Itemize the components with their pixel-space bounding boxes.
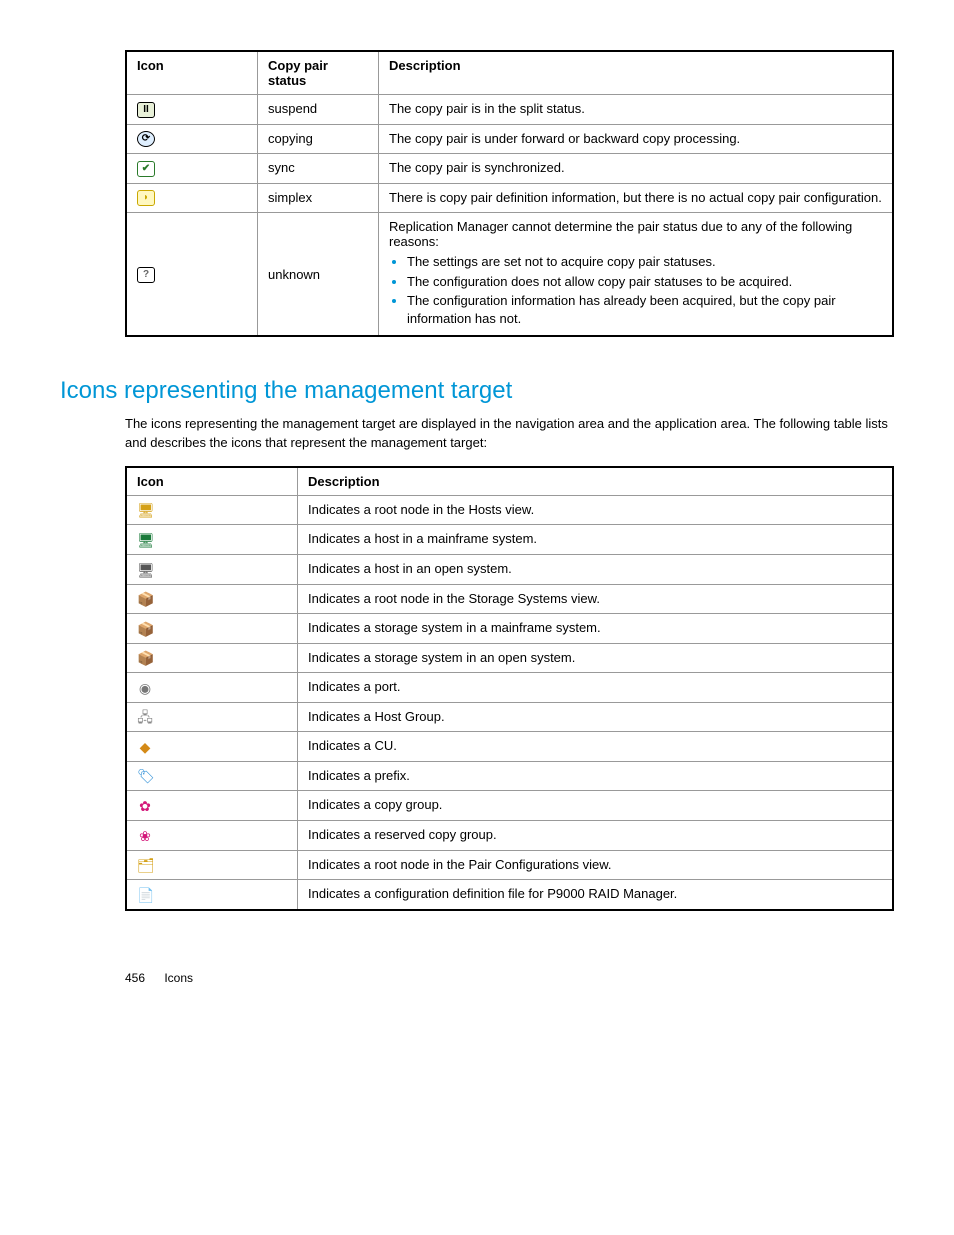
desc-cell: Indicates a copy group. [298, 791, 894, 821]
status-cell: simplex [258, 183, 379, 213]
desc-cell: Indicates a prefix. [298, 761, 894, 791]
storage-root-icon: 📦 [137, 591, 153, 607]
desc-cell: Indicates a configuration definition fil… [298, 880, 894, 910]
host-group-icon: 🖧 [137, 709, 153, 725]
th-desc: Description [298, 467, 894, 496]
desc-cell: Indicates a Host Group. [298, 702, 894, 732]
status-cell: unknown [258, 213, 379, 337]
desc-cell: Indicates a CU. [298, 732, 894, 762]
table-row: 🖥 Indicates a host in an open system. [126, 554, 893, 584]
list-item: The settings are set not to acquire copy… [407, 253, 882, 271]
desc-cell: Indicates a root node in the Hosts view. [298, 495, 894, 525]
host-open-icon: 🖥 [137, 562, 153, 578]
hosts-root-icon: 🖥 [137, 502, 153, 518]
table-row: ✔ sync The copy pair is synchronized. [126, 154, 893, 184]
th-icon: Icon [126, 51, 258, 95]
table-row: ◆ Indicates a CU. [126, 732, 893, 762]
table-row: 🖥 Indicates a host in a mainframe system. [126, 525, 893, 555]
section-heading: Icons representing the management target [60, 377, 894, 405]
desc-cell: Indicates a storage system in an open sy… [298, 643, 894, 673]
table-row: 📄 Indicates a configuration definition fi… [126, 880, 893, 910]
desc-cell: Indicates a root node in the Pair Config… [298, 850, 894, 880]
desc-intro: Replication Manager cannot determine the… [389, 219, 852, 249]
storage-mainframe-icon: 📦 [137, 621, 153, 637]
table-row: 📦 Indicates a root node in the Storage Sy… [126, 584, 893, 614]
desc-cell: The copy pair is in the split status. [379, 95, 894, 125]
desc-cell: Indicates a root node in the Storage Sys… [298, 584, 894, 614]
table-row: 🖧 Indicates a Host Group. [126, 702, 893, 732]
table-row: 🖥 Indicates a root node in the Hosts view… [126, 495, 893, 525]
th-status: Copy pair status [258, 51, 379, 95]
desc-cell: Indicates a reserved copy group. [298, 821, 894, 851]
copying-icon: ⟳ [137, 131, 155, 147]
table-row: II suspend The copy pair is in the split… [126, 95, 893, 125]
table-row: ⟳ copying The copy pair is under forward… [126, 124, 893, 154]
table-row: 📦 Indicates a storage system in a mainfra… [126, 614, 893, 644]
unknown-icon: ? [137, 267, 155, 283]
page-footer: 456 Icons [125, 971, 894, 985]
sync-icon: ✔ [137, 161, 155, 177]
copy-pair-status-table: Icon Copy pair status Description II sus… [125, 50, 894, 337]
suspend-icon: II [137, 102, 155, 118]
table-row: 🏷 Indicates a prefix. [126, 761, 893, 791]
prefix-icon: 🏷 [137, 768, 153, 784]
table-row: 🗂 Indicates a root node in the Pair Confi… [126, 850, 893, 880]
table-row: ✿ Indicates a copy group. [126, 791, 893, 821]
table-row: ? unknown Replication Manager cannot det… [126, 213, 893, 337]
desc-cell: Indicates a host in a mainframe system. [298, 525, 894, 555]
host-mainframe-icon: 🖥 [137, 532, 153, 548]
table-row: ◗ simplex There is copy pair definition … [126, 183, 893, 213]
desc-cell: Indicates a port. [298, 673, 894, 703]
copy-group-icon: ✿ [137, 798, 153, 814]
desc-cell: The copy pair is synchronized. [379, 154, 894, 184]
table-row: ❀ Indicates a reserved copy group. [126, 821, 893, 851]
desc-cell: Indicates a storage system in a mainfram… [298, 614, 894, 644]
desc-cell: Indicates a host in an open system. [298, 554, 894, 584]
desc-cell: Replication Manager cannot determine the… [379, 213, 894, 337]
table-row: ◉ Indicates a port. [126, 673, 893, 703]
reserved-copy-group-icon: ❀ [137, 828, 153, 844]
config-file-icon: 📄 [137, 887, 153, 903]
management-target-table: Icon Description 🖥 Indicates a root node … [125, 466, 894, 911]
th-icon: Icon [126, 467, 298, 496]
list-item: The configuration information has alread… [407, 292, 882, 327]
cu-icon: ◆ [137, 739, 153, 755]
page-number: 456 [125, 971, 161, 985]
table-row: 📦 Indicates a storage system in an open s… [126, 643, 893, 673]
simplex-icon: ◗ [137, 190, 155, 206]
status-cell: sync [258, 154, 379, 184]
status-cell: suspend [258, 95, 379, 125]
port-icon: ◉ [137, 680, 153, 696]
desc-cell: There is copy pair definition informatio… [379, 183, 894, 213]
section-intro: The icons representing the management ta… [125, 415, 894, 451]
desc-cell: The copy pair is under forward or backwa… [379, 124, 894, 154]
status-cell: copying [258, 124, 379, 154]
footer-section: Icons [164, 971, 193, 985]
th-desc: Description [379, 51, 894, 95]
list-item: The configuration does not allow copy pa… [407, 273, 882, 291]
storage-open-icon: 📦 [137, 650, 153, 666]
pair-config-root-icon: 🗂 [137, 857, 153, 873]
reason-list: The settings are set not to acquire copy… [389, 253, 882, 327]
